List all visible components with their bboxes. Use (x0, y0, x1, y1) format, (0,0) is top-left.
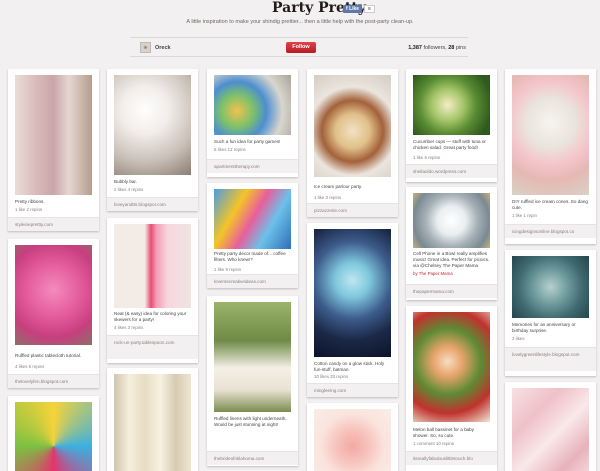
pin-stats: 1 like 2 repins (15, 207, 43, 212)
like-label[interactable]: f Like (343, 4, 363, 13)
pin-image-ice-cream[interactable] (314, 75, 391, 177)
pin-image-party-games[interactable] (214, 75, 291, 135)
pin-stats: 4 likes 5 repins (15, 364, 45, 369)
followers-count: 1,387 (408, 45, 422, 51)
facebook-icon: f (346, 5, 348, 12)
followers-label: followers, (423, 45, 447, 51)
pin-source[interactable]: sheilaoldo.wordpress.com (406, 164, 497, 178)
pin-card[interactable]: Bubbly bar. 2 likes 4 repins loveyandtts… (107, 69, 198, 211)
pin-image-tablecloth[interactable] (15, 245, 92, 345)
facebook-like-button[interactable]: f Like 8 (343, 4, 375, 13)
follow-button[interactable]: Follow (286, 42, 316, 53)
pin-caption: Cotton candy on a glow stick. Holy fun-s… (314, 361, 385, 372)
pin-caption: Bubbly bar. (114, 179, 137, 184)
board-stats: 1,387 followers, 28 pins (408, 45, 466, 51)
pin-caption: Cucumber cups — stuff with tuna or chick… (413, 139, 486, 150)
pin-card[interactable]: Cucumber cups — stuff with tuna or chick… (406, 69, 497, 182)
pin-card[interactable]: Ice cream parlour party. 1 like 3 repins… (307, 69, 398, 217)
pin-card[interactable]: Pretty ribbons. 1 like 2 repins styleine… (8, 69, 99, 231)
pin-image-ruffled-linens[interactable] (214, 302, 291, 412)
pin-card[interactable]: Ruffled plastic tablecloth tutorial. 4 l… (8, 239, 99, 388)
pin-caption: Cell Phone in a Bowl really amplifies mu… (413, 251, 490, 268)
pin-stats: 1 like 6 repins (413, 155, 441, 160)
owner-avatar[interactable]: ❀ (140, 42, 151, 53)
pin-source[interactable]: pizzazzerie.com (307, 203, 398, 217)
pin-card[interactable] (107, 368, 198, 471)
pin-stats: 2 likes 4 repins (114, 187, 144, 192)
pin-card[interactable]: Memories for an anniversary or birthday … (505, 250, 596, 376)
owner-name[interactable]: Oreck (155, 45, 171, 51)
pin-stats: 3 likes (512, 336, 525, 341)
pin-card[interactable]: Cell Phone in a Bowl really amplifies mu… (406, 187, 497, 300)
pin-stats: 4 likes 3 repins (114, 325, 144, 330)
board-description: A little inspiration to make your shindi… (186, 19, 414, 25)
pin-caption: Pretty party decor made of... coffee fil… (214, 251, 286, 262)
pin-source[interactable]: apartmenttherapy.com (207, 159, 298, 173)
pin-caption: DIY ruffled ice cream cones. So dang cut… (512, 199, 588, 210)
pin-stats: 5 likes 12 repins (214, 147, 246, 152)
pin-caption: Such a fun idea for party games! (214, 139, 281, 144)
pin-source[interactable]: loveyandtts.blogspot.com (107, 197, 198, 211)
pin-card[interactable]: Such a fun idea for party games! 5 likes… (207, 69, 298, 177)
pin-source[interactable]: loversecreativeideas.com (207, 274, 298, 288)
like-count: 8 (364, 4, 375, 13)
pin-card[interactable] (8, 396, 99, 471)
pin-image-cucumber-cups[interactable] (413, 75, 490, 135)
pin-source[interactable]: icingdesignsonline.blogspot.co (505, 224, 596, 238)
pin-source[interactable]: lovelygreenlifestyle.blogspot.com (505, 347, 596, 371)
pin-source[interactable]: rock-un-party.tablespoon.com (107, 335, 198, 359)
pin-card[interactable]: Ruffled linens with light underneath. Wo… (207, 296, 298, 466)
pin-card[interactable]: Melon ball bassinet for a baby shower. S… (406, 306, 497, 471)
pin-caption: Ruffled linens with light underneath. Wo… (214, 416, 287, 427)
pins-count: 28 (448, 45, 455, 51)
pin-stats: 1 like 9 repins (214, 267, 242, 272)
pin-image-paper-flowers[interactable] (512, 388, 589, 471)
pin-card[interactable] (505, 382, 596, 471)
pin-via[interactable]: by The Paper Mama (413, 271, 453, 276)
pin-image-memories[interactable] (512, 256, 589, 318)
pin-image-ribbons[interactable] (15, 75, 92, 195)
pin-caption: Memories for an anniversary or birthday … (512, 322, 576, 333)
pin-source[interactable]: mingleeing.com (307, 383, 398, 397)
board-owner[interactable]: ❀ Oreck (140, 42, 171, 53)
pin-image-cotton-candy[interactable] (314, 229, 391, 357)
pin-image-balloons[interactable] (15, 402, 92, 471)
pin-image-candles[interactable] (114, 374, 191, 471)
pin-image-coffee-filters[interactable] (214, 189, 291, 249)
pin-card[interactable]: Cotton candy on a glow stick. Holy fun-s… (307, 223, 398, 397)
pin-image-bubbly-bar[interactable] (114, 75, 191, 175)
pin-caption: Melon ball bassinet for a baby shower. S… (413, 427, 475, 438)
pin-source[interactable]: thelovelyfen.blogspot.com (8, 374, 99, 388)
pin-image-ice-cream-cones[interactable] (512, 75, 589, 195)
pin-source[interactable]: thebrideofoklahoma.com (207, 451, 298, 465)
pin-caption: Pretty ribbons. (15, 199, 45, 204)
pin-image-phone-bowl[interactable] (413, 193, 490, 248)
pin-stats: 1 like 1 repin (512, 213, 537, 218)
pin-source[interactable]: styleineprettty.com (8, 217, 99, 231)
pins-label: pins (455, 45, 466, 51)
pin-card[interactable] (307, 403, 398, 471)
pin-image-melon-bassinet[interactable] (413, 312, 490, 422)
pin-card[interactable]: Pretty party decor made of... coffee fil… (207, 183, 298, 288)
pin-stats: 10 likes 33 repins (314, 374, 349, 379)
pin-image-flower[interactable] (314, 409, 391, 471)
pin-source[interactable]: thepapermama.com (406, 284, 497, 298)
board-header: Party Pretty f Like 8 A little inspirati… (0, 0, 600, 64)
pin-image-skewers[interactable] (114, 224, 191, 308)
pin-caption: Neat (& easy) idea for coloring your ske… (114, 311, 187, 322)
pin-card[interactable]: Neat (& easy) idea for coloring your ske… (107, 218, 198, 363)
pin-caption: Ice cream parlour party. (314, 184, 363, 189)
pin-stats: 1 like 3 repins (314, 195, 342, 200)
pin-caption: Ruffled plastic tablecloth tutorial. (15, 353, 82, 358)
pin-stats: 1 comment 10 repins (413, 441, 454, 446)
pin-card[interactable]: DIY ruffled ice cream cones. So dang cut… (505, 69, 596, 244)
pin-source[interactable]: itsreallyfabulouslittletouch.blo (406, 451, 497, 465)
board-info-bar: ❀ Oreck Follow 1,387 followers, 28 pins (130, 37, 468, 57)
